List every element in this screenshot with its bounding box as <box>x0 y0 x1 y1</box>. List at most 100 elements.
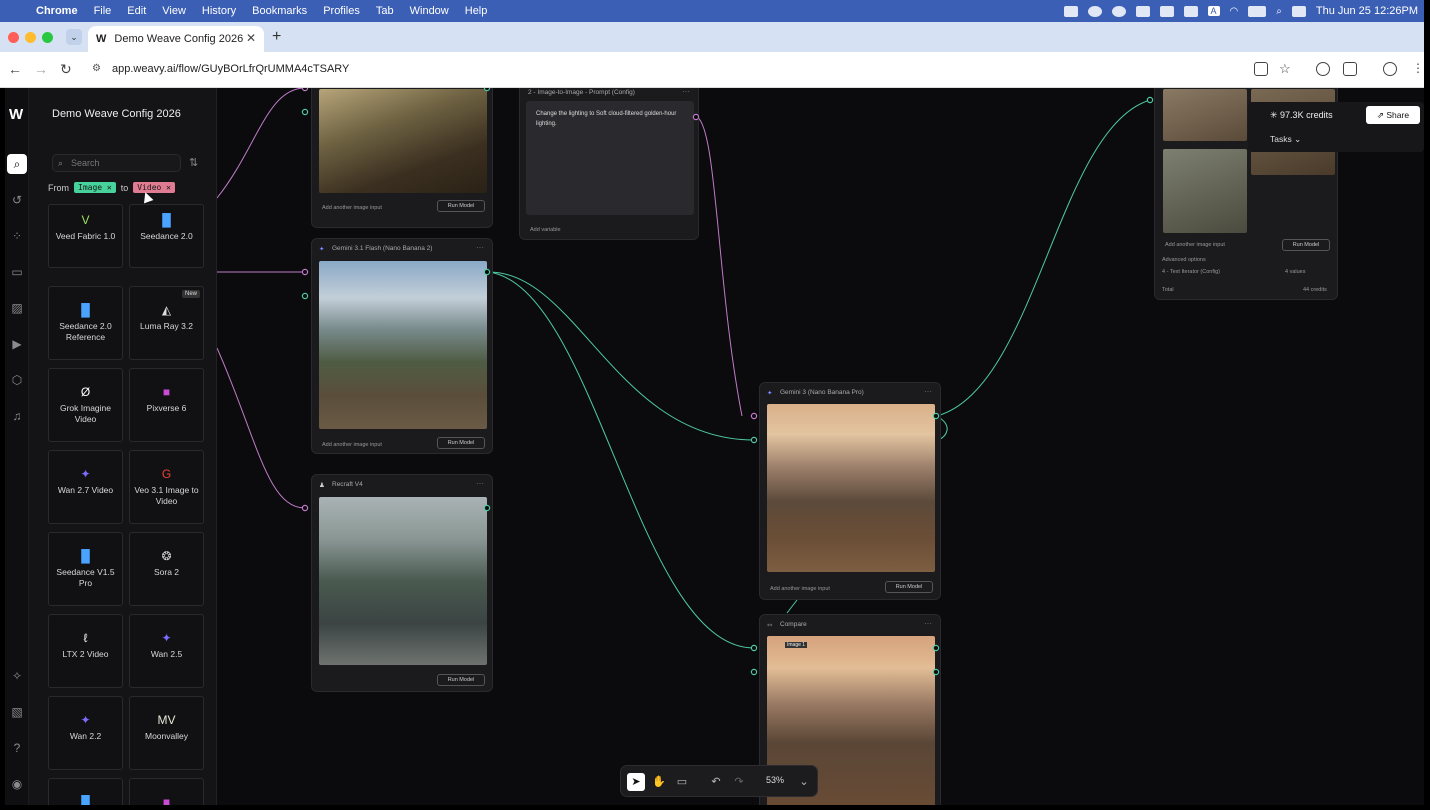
forward-arrow-icon[interactable]: → <box>34 61 48 77</box>
prompt-textarea[interactable]: Change the lighting to Soft cloud-filter… <box>526 101 694 215</box>
more-options-icon[interactable]: ··· <box>924 619 932 628</box>
menu-bookmarks[interactable]: Bookmarks <box>244 5 315 17</box>
back-arrow-icon[interactable]: ← <box>8 61 22 77</box>
tasks-dropdown[interactable]: Tasks ⌄ <box>1270 134 1301 145</box>
redo-icon[interactable]: ↷ <box>730 773 748 791</box>
menu-window[interactable]: Window <box>402 5 457 17</box>
menu-profiles[interactable]: Profiles <box>315 5 368 17</box>
close-window-button[interactable] <box>8 32 19 43</box>
model-card[interactable]: ▐▌ Seedance 2.0 <box>129 204 204 268</box>
add-image-input-link[interactable]: Add another image input <box>322 205 382 211</box>
from-image-chip[interactable]: Image ✕ <box>74 182 116 193</box>
extensions-puzzle-icon[interactable] <box>1343 62 1357 76</box>
more-options-icon[interactable]: ··· <box>682 88 690 96</box>
search-input[interactable]: ⌕ Search <box>52 154 181 172</box>
filter-sliders-icon[interactable]: ⇅ <box>189 156 198 169</box>
run-model-button[interactable]: Run Model <box>437 437 485 449</box>
model-card[interactable]: V Veed Fabric 1.0 <box>48 204 123 268</box>
model-card[interactable]: ❂ Sora 2 <box>129 532 204 606</box>
run-model-button[interactable]: Run Model <box>885 581 933 593</box>
new-tab-button[interactable]: + <box>272 28 281 46</box>
status-app-icon[interactable] <box>1063 5 1078 17</box>
gallery-icon[interactable]: ▧ <box>9 704 25 720</box>
control-center-icon[interactable] <box>1291 5 1306 17</box>
menu-app-name[interactable]: Chrome <box>28 5 86 17</box>
menu-history[interactable]: History <box>194 5 244 17</box>
share-button[interactable]: ⇗ Share <box>1366 106 1420 124</box>
gemini-3-node[interactable]: ✦ Gemini 3 (Nano Banana Pro) ··· Add ano… <box>759 382 941 600</box>
model-card[interactable]: ✦ Wan 2.2 <box>48 696 123 770</box>
site-info-icon[interactable]: ⚙ <box>92 63 101 74</box>
model-card[interactable]: ℓ LTX 2 Video <box>48 614 123 688</box>
model-card[interactable]: ◭ Luma Ray 3.2 New <box>129 286 204 360</box>
browser-menu-icon[interactable]: ⋮ <box>1412 61 1424 75</box>
extension-icon[interactable] <box>1316 62 1330 76</box>
discord-icon[interactable]: ◉ <box>9 776 25 792</box>
advanced-options-toggle[interactable]: Advanced options <box>1162 257 1206 263</box>
image-node-top[interactable]: Add another image input Run Model <box>311 88 493 228</box>
model-card[interactable]: ▐▌ <box>48 778 123 805</box>
model-card[interactable]: ✦ Wan 2.7 Video <box>48 450 123 524</box>
model-card[interactable]: MV Moonvalley <box>129 696 204 770</box>
add-image-input-link[interactable]: Add another image input <box>322 442 382 448</box>
iterator-values[interactable]: 4 values <box>1285 269 1306 275</box>
menu-edit[interactable]: Edit <box>119 5 154 17</box>
more-options-icon[interactable]: ··· <box>924 387 932 396</box>
menu-view[interactable]: View <box>154 5 194 17</box>
browser-tab[interactable]: W Demo Weave Config 2026 ✕ <box>88 26 264 52</box>
add-image-input-link[interactable]: Add another image input <box>770 586 830 592</box>
run-model-button[interactable]: Run Model <box>437 674 485 686</box>
select-tool-icon[interactable]: ➤ <box>627 773 645 791</box>
add-image-input-link[interactable]: Add another image input <box>1165 242 1225 248</box>
bookmark-star-icon[interactable]: ☆ <box>1279 61 1291 77</box>
menu-help[interactable]: Help <box>457 5 496 17</box>
toolbox-icon[interactable]: ▭ <box>9 264 25 280</box>
zoom-window-button[interactable] <box>42 32 53 43</box>
profile-avatar-icon[interactable] <box>1383 62 1397 76</box>
status-app-icon[interactable] <box>1159 5 1174 17</box>
zoom-dropdown-icon[interactable]: ⌄ <box>795 773 813 791</box>
run-model-button[interactable]: Run Model <box>437 200 485 212</box>
model-card[interactable]: ■ Pixverse 6 <box>129 368 204 442</box>
menu-tab[interactable]: Tab <box>368 5 402 17</box>
3d-models-icon[interactable]: ⬡ <box>9 372 25 388</box>
model-card[interactable]: ▐▌ Seedance 2.0 Reference <box>48 286 123 360</box>
weavy-logo-icon[interactable]: W <box>9 106 27 123</box>
screen-share-icon[interactable] <box>1183 5 1198 17</box>
close-tab-icon[interactable]: ✕ <box>246 31 256 45</box>
menubar-clock[interactable]: Thu Jun 25 12:26PM <box>1316 5 1418 17</box>
menu-file[interactable]: File <box>86 5 120 17</box>
model-card[interactable]: ✦ Wan 2.5 <box>129 614 204 688</box>
flow-canvas[interactable]: Add another image input Run Model 2 - Im… <box>217 88 1424 805</box>
project-title[interactable]: Demo Weave Config 2026 <box>52 108 181 120</box>
hand-tool-icon[interactable]: ✋ <box>650 773 668 791</box>
audio-models-icon[interactable]: ♫ <box>9 408 25 424</box>
address-bar[interactable]: app.weavy.ai/flow/GUyBOrLfrQrUMMA4cTSARY <box>112 63 349 75</box>
status-app-icon[interactable] <box>1087 5 1102 17</box>
run-model-button[interactable]: Run Model <box>1282 239 1330 251</box>
sparkle-icon[interactable]: ✧ <box>9 668 25 684</box>
battery-icon[interactable] <box>1248 5 1267 17</box>
wifi-icon[interactable]: ◠ <box>1230 6 1239 17</box>
more-options-icon[interactable]: ··· <box>476 479 484 488</box>
sticky-note-icon[interactable]: ▭ <box>673 773 691 791</box>
input-source-icon[interactable]: A <box>1207 6 1220 16</box>
image-models-icon[interactable]: ▨ <box>9 300 25 316</box>
reload-icon[interactable]: ↻ <box>60 61 72 78</box>
status-app-icon[interactable] <box>1135 5 1150 17</box>
more-options-icon[interactable]: ··· <box>476 243 484 252</box>
zoom-level[interactable]: 53% <box>766 775 784 785</box>
model-card[interactable]: Ø Grok Imagine Video <box>48 368 123 442</box>
model-card[interactable]: G Veo 3.1 Image to Video <box>129 450 204 524</box>
nodes-icon[interactable]: ⁘ <box>9 228 25 244</box>
gemini-31-node[interactable]: Gemini 3.1 Flash (Nano Banana 2) ✦ ··· A… <box>311 238 493 454</box>
add-variable-link[interactable]: Add variable <box>530 227 561 233</box>
minimize-window-button[interactable] <box>25 32 36 43</box>
recraft-v4-node[interactable]: ♟ Recraft V4 ··· Run Model <box>311 474 493 692</box>
history-icon[interactable]: ↺ <box>9 192 25 208</box>
status-app-icon[interactable] <box>1111 5 1126 17</box>
to-video-chip[interactable]: Video ✕ <box>133 182 175 193</box>
install-app-icon[interactable] <box>1254 62 1268 76</box>
prompt-node[interactable]: 2 - Image-to-Image - Prompt (Config) ···… <box>519 88 699 240</box>
model-card[interactable]: ▐▌ Seedance V1.5 Pro <box>48 532 123 606</box>
